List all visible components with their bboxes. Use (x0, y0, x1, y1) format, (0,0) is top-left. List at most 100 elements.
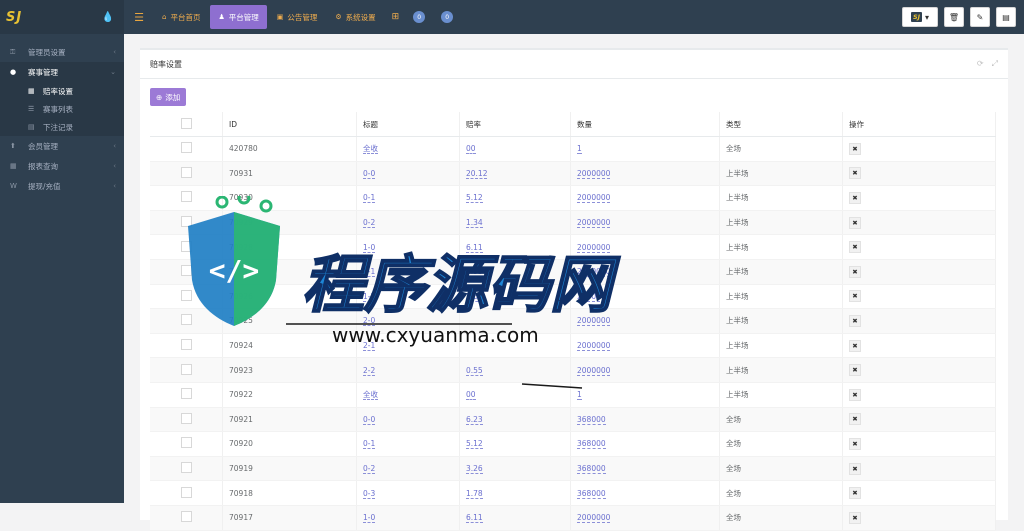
row-checkbox[interactable] (180, 191, 192, 203)
title-link[interactable]: 2-2 (363, 365, 376, 376)
quantity-link[interactable]: 2000000 (577, 218, 611, 229)
sidebar-item-0[interactable]: ⚿ 管理员设置 ‹ (0, 42, 124, 62)
tab-3[interactable]: ⚙ 系统设置 (327, 5, 383, 29)
delete-icon[interactable]: ✖ (849, 191, 861, 204)
delete-icon[interactable]: ✖ (849, 167, 861, 180)
quantity-link[interactable]: 368000 (577, 488, 606, 499)
quantity-link[interactable]: 2000000 (577, 267, 611, 278)
quantity-link[interactable]: 2000000 (577, 168, 611, 179)
title-link[interactable]: 0-0 (363, 168, 376, 179)
row-checkbox[interactable] (180, 412, 192, 424)
odds-link[interactable]: 3.26 (466, 464, 483, 475)
tab-2[interactable]: ▣ 公告管理 (269, 5, 326, 29)
title-link[interactable]: 1-1 (363, 267, 376, 278)
table-row[interactable]: 70925 2-0 2000000 上半场 ✖ (150, 308, 996, 334)
add-button[interactable]: ⊕ 添加 (150, 88, 187, 106)
table-row[interactable]: 70930 0-1 5.12 2000000 上半场 ✖ (150, 185, 996, 211)
table-row[interactable]: 70929 0-2 1.34 2000000 上半场 ✖ (150, 210, 996, 236)
quantity-link[interactable]: 2000000 (577, 341, 611, 352)
odds-link[interactable]: 20.12 (466, 168, 488, 179)
select-all-checkbox[interactable] (180, 117, 192, 129)
title-link[interactable]: 1-2 (363, 291, 376, 302)
quantity-link[interactable]: 2000000 (577, 365, 611, 376)
sidebar-item-4[interactable]: W 提现/充值 ‹ (0, 176, 124, 196)
delete-icon[interactable]: ✖ (849, 290, 861, 303)
row-checkbox[interactable] (180, 437, 192, 449)
odds-link[interactable]: 1.69 (466, 291, 483, 302)
title-link[interactable]: 2-1 (363, 341, 376, 352)
droplet-icon[interactable]: 💧 (102, 12, 114, 23)
odds-link[interactable]: 00 (466, 390, 476, 401)
table-row[interactable]: 70924 2-1 2000000 上半场 ✖ (150, 333, 996, 359)
quantity-link[interactable]: 2000000 (577, 291, 611, 302)
grid-icon[interactable]: ⊞ (392, 12, 400, 22)
refresh-icon[interactable]: ⟳ (977, 59, 984, 69)
trash-button[interactable]: 🗑 (944, 7, 964, 27)
odds-link[interactable]: 1.78 (466, 488, 483, 499)
quantity-link[interactable]: 368000 (577, 414, 606, 425)
delete-icon[interactable]: ✖ (849, 437, 861, 450)
title-link[interactable]: 2-0 (363, 316, 376, 327)
quantity-link[interactable]: 2000000 (577, 193, 611, 204)
sidebar-subitem-1[interactable]: ☰ 赛事列表 (0, 100, 124, 118)
table-row[interactable]: 70927 1-1 5.53 2000000 上半场 ✖ (150, 259, 996, 285)
odds-link[interactable]: 6.11 (466, 513, 483, 524)
table-row[interactable]: 70923 2-2 0.55 2000000 上半场 ✖ (150, 357, 996, 383)
quantity-link[interactable]: 368000 (577, 439, 606, 450)
row-checkbox[interactable] (180, 142, 192, 154)
user-menu-button[interactable]: SJ ▾ (902, 7, 938, 27)
odds-link[interactable]: 00 (466, 144, 476, 155)
title-link[interactable]: 0-1 (363, 439, 376, 450)
quantity-link[interactable]: 2000000 (577, 513, 611, 524)
odds-link[interactable]: 6.23 (466, 414, 483, 425)
brand-logo[interactable]: SJ (6, 10, 22, 25)
odds-link[interactable]: 6.11 (466, 242, 483, 253)
title-link[interactable]: 1-0 (363, 242, 376, 253)
table-row[interactable]: 70920 0-1 5.12 368000 全场 ✖ (150, 431, 996, 457)
table-row[interactable]: 70922 全收 00 1 上半场 ✖ (150, 382, 996, 408)
table-row[interactable]: 70919 0-2 3.26 368000 全场 ✖ (150, 456, 996, 482)
sidebar-item-3[interactable]: ▦ 报表查询 ‹ (0, 156, 124, 176)
badge-1[interactable]: 0 (441, 11, 454, 23)
delete-icon[interactable]: ✖ (849, 265, 861, 278)
row-checkbox[interactable] (180, 289, 192, 301)
row-checkbox[interactable] (180, 314, 192, 326)
row-checkbox[interactable] (180, 166, 192, 178)
title-link[interactable]: 0-0 (363, 414, 376, 425)
tab-1[interactable]: ♟ 平台管理 (210, 5, 267, 29)
quantity-link[interactable]: 2000000 (577, 242, 611, 253)
expand-icon[interactable]: ⤢ (992, 59, 998, 69)
title-link[interactable]: 全收 (363, 144, 378, 155)
menu-toggle-icon[interactable]: ☰ (124, 11, 154, 24)
table-row[interactable]: 70921 0-0 6.23 368000 全场 ✖ (150, 407, 996, 433)
badge-0[interactable]: 0 (413, 11, 426, 23)
table-row[interactable]: 70931 0-0 20.12 2000000 上半场 ✖ (150, 161, 996, 187)
title-link[interactable]: 全收 (363, 390, 378, 401)
odds-link[interactable]: 5.12 (466, 439, 483, 450)
sidebar-item-1[interactable]: ● 赛事管理 ⌄ (0, 62, 124, 82)
table-row[interactable]: 70918 0-3 1.78 368000 全场 ✖ (150, 480, 996, 506)
table-row[interactable]: 70926 1-2 1.69 2000000 上半场 ✖ (150, 284, 996, 310)
delete-icon[interactable]: ✖ (849, 241, 861, 254)
list-button[interactable]: ▤ (996, 7, 1016, 27)
sidebar-subitem-2[interactable]: ▤ 下注记录 (0, 118, 124, 136)
delete-icon[interactable]: ✖ (849, 487, 861, 500)
delete-icon[interactable]: ✖ (849, 388, 861, 401)
sidebar-subitem-0[interactable]: ▦ 赔率设置 (0, 82, 124, 100)
row-checkbox[interactable] (180, 339, 192, 351)
title-link[interactable]: 1-0 (363, 513, 376, 524)
delete-icon[interactable]: ✖ (849, 142, 861, 155)
table-row[interactable]: 70917 1-0 6.11 2000000 全场 ✖ (150, 505, 996, 531)
delete-icon[interactable]: ✖ (849, 462, 861, 475)
odds-link[interactable]: 0.55 (466, 365, 483, 376)
title-link[interactable]: 0-2 (363, 464, 376, 475)
delete-icon[interactable]: ✖ (849, 511, 861, 524)
title-link[interactable]: 0-3 (363, 488, 376, 499)
row-checkbox[interactable] (180, 216, 192, 228)
delete-icon[interactable]: ✖ (849, 364, 861, 377)
row-checkbox[interactable] (180, 511, 192, 523)
quantity-link[interactable]: 1 (577, 390, 582, 401)
delete-icon[interactable]: ✖ (849, 314, 861, 327)
sidebar-item-2[interactable]: ⬆ 会员管理 ‹ (0, 136, 124, 156)
delete-icon[interactable]: ✖ (849, 339, 861, 352)
